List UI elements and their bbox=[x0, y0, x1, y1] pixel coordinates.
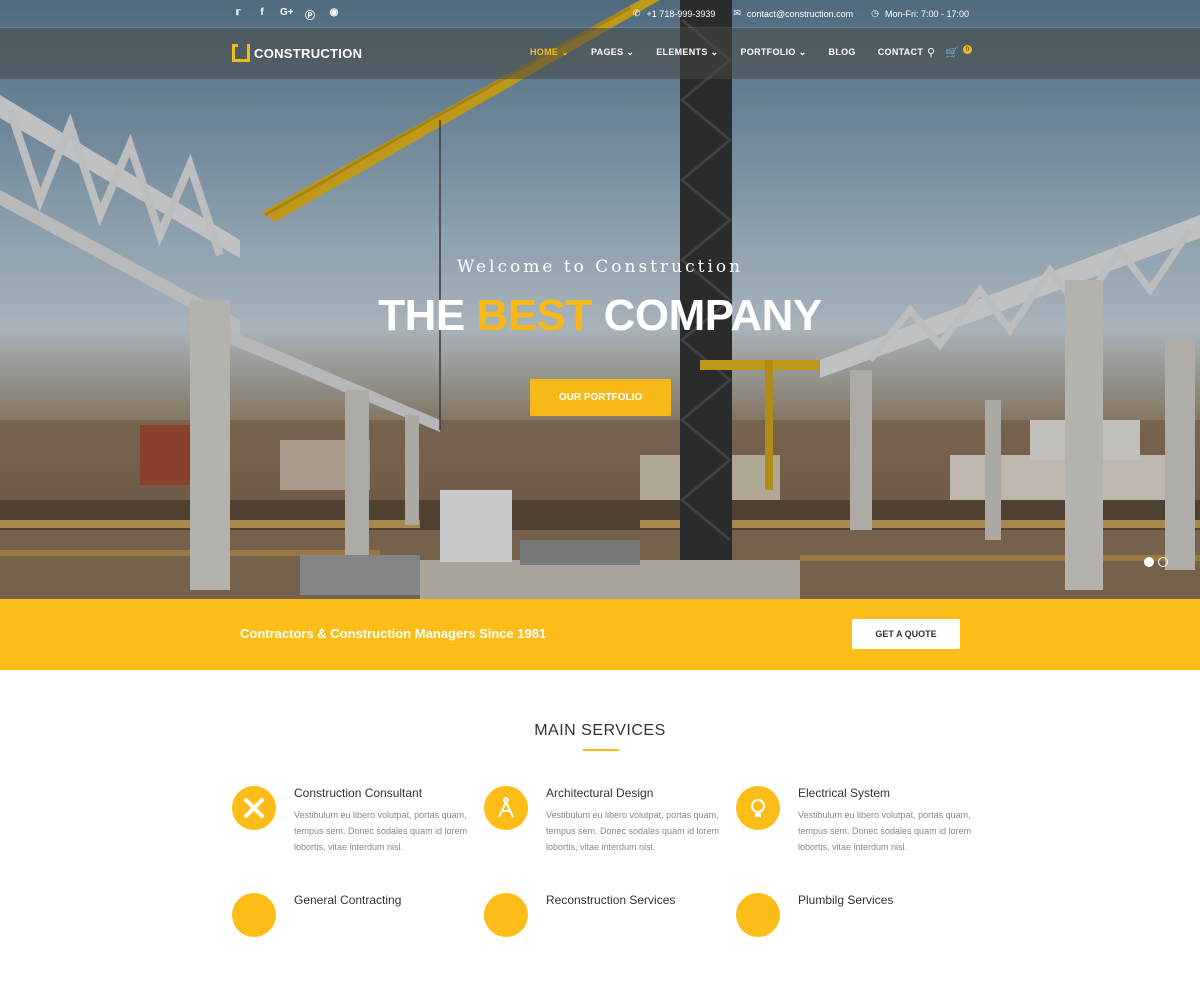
lightbulb-icon bbox=[736, 786, 780, 830]
hero-title-part2: COMPANY bbox=[603, 291, 823, 340]
menu-item-elements[interactable]: ELEMENTS ⌄ bbox=[656, 47, 740, 58]
hero-title: THE BEST COMPANY bbox=[0, 291, 1200, 341]
menu-label: BLOG bbox=[828, 47, 856, 57]
twitter-icon[interactable]: 𝕣 bbox=[232, 7, 244, 22]
logo-text: CONSTRUCTION bbox=[254, 45, 363, 61]
logo-icon bbox=[232, 44, 250, 62]
menu-label: CONTACT bbox=[877, 47, 924, 57]
top-bar: 𝕣 f G+ Ⓟ ◉ ✆ +1 718-999-3939 ✉ contact@c… bbox=[0, 0, 1200, 28]
our-portfolio-button[interactable]: OUR PORTFOLIO bbox=[530, 379, 671, 416]
heading-underline bbox=[583, 749, 619, 751]
slide-dot-2[interactable] bbox=[1158, 557, 1168, 567]
services-heading: MAIN SERVICES bbox=[534, 722, 666, 739]
service-title: Construction Consultant bbox=[294, 786, 423, 800]
email-info: ✉ contact@construction.com bbox=[733, 8, 853, 19]
phone-info: ✆ +1 718-999-3939 bbox=[633, 8, 715, 19]
compass-icon bbox=[484, 786, 528, 830]
main-menu: HOME ⌄ PAGES ⌄ ELEMENTS ⌄ PORTFOLIO ⌄ BLOG C… bbox=[530, 47, 945, 58]
chevron-down-icon: ⌄ bbox=[798, 47, 807, 57]
search-icon[interactable]: ⚲ bbox=[927, 46, 935, 59]
menu-item-pages[interactable]: PAGES ⌄ bbox=[591, 47, 656, 58]
facebook-icon[interactable]: f bbox=[256, 7, 268, 22]
service-description: Vestibulum eu libero volutpat, portas qu… bbox=[294, 810, 468, 852]
service-construction-consultant[interactable]: Construction Consultant Vestibulum eu li… bbox=[232, 786, 472, 886]
dribbble-icon[interactable]: ◉ bbox=[328, 7, 340, 22]
google-plus-icon[interactable]: G+ bbox=[280, 7, 294, 22]
tools-icon bbox=[232, 786, 276, 830]
hero-title-part1: THE bbox=[378, 291, 465, 340]
service-electrical-system[interactable]: Electrical System Vestibulum eu libero v… bbox=[736, 786, 976, 886]
hero-title-accent: BEST bbox=[476, 291, 593, 340]
menu-label: PORTFOLIO bbox=[740, 47, 796, 57]
chevron-down-icon: ⌄ bbox=[710, 47, 719, 57]
service-general-contracting[interactable]: General Contracting bbox=[232, 893, 472, 993]
service-title: Architectural Design bbox=[546, 786, 654, 800]
main-navbar: CONSTRUCTION HOME ⌄ PAGES ⌄ ELEMENTS ⌄ PORT… bbox=[0, 28, 1200, 79]
get-quote-button[interactable]: GET A QUOTE bbox=[852, 619, 960, 649]
cta-band: Contractors & Construction Managers Sinc… bbox=[0, 599, 1200, 670]
phone-icon: ✆ bbox=[633, 8, 641, 18]
social-links: 𝕣 f G+ Ⓟ ◉ bbox=[232, 7, 340, 22]
clock-icon: ◷ bbox=[871, 8, 879, 18]
menu-item-home[interactable]: HOME ⌄ bbox=[530, 47, 591, 58]
envelope-icon: ✉ bbox=[733, 8, 741, 18]
nav-actions: ⚲ 🛒 0 bbox=[927, 45, 972, 59]
cart-count-badge: 0 bbox=[962, 45, 972, 54]
menu-item-portfolio[interactable]: PORTFOLIO ⌄ bbox=[740, 47, 828, 58]
email-address[interactable]: contact@construction.com bbox=[747, 9, 853, 19]
service-plumbing[interactable]: Plumbilg Services bbox=[736, 893, 976, 993]
chevron-down-icon: ⌄ bbox=[561, 47, 570, 57]
chevron-down-icon: ⌄ bbox=[626, 47, 635, 57]
service-title: Reconstruction Services bbox=[546, 893, 676, 907]
opening-hours: Mon-Fri: 7:00 - 17:00 bbox=[884, 8, 969, 19]
service-title: General Contracting bbox=[294, 893, 402, 907]
menu-item-blog[interactable]: BLOG bbox=[829, 47, 878, 58]
site-logo[interactable]: CONSTRUCTION bbox=[232, 44, 362, 62]
menu-label: PAGES bbox=[591, 47, 624, 57]
service-title: Electrical System bbox=[798, 786, 891, 800]
cta-text: Contractors & Construction Managers Sinc… bbox=[240, 626, 547, 641]
hours-info: ◷ Mon-Fri: 7:00 - 17:00 bbox=[871, 8, 969, 19]
service-title: Plumbilg Services bbox=[798, 893, 894, 907]
service-description: Vestibulum eu libero volutpat, portas qu… bbox=[546, 810, 720, 852]
pinterest-icon[interactable]: Ⓟ bbox=[304, 7, 316, 22]
phone-number: +1 718-999-3939 bbox=[646, 8, 716, 19]
contact-info: ✆ +1 718-999-3939 ✉ contact@construction… bbox=[633, 8, 969, 19]
cart-icon[interactable]: 🛒 bbox=[945, 46, 959, 59]
service-architectural-design[interactable]: Architectural Design Vestibulum eu liber… bbox=[484, 786, 724, 886]
service-reconstruction[interactable]: Reconstruction Services bbox=[484, 893, 724, 993]
menu-label: HOME bbox=[530, 47, 559, 57]
hero-subtitle: Welcome to Construction bbox=[456, 257, 744, 277]
slider-pagination bbox=[1144, 557, 1168, 567]
slide-dot-1[interactable] bbox=[1144, 557, 1154, 567]
menu-label: ELEMENTS bbox=[656, 47, 708, 57]
hero-slider: 𝕣 f G+ Ⓟ ◉ ✆ +1 718-999-3939 ✉ contact@c… bbox=[0, 0, 1200, 599]
service-description: Vestibulum eu libero volutpat, portas qu… bbox=[798, 810, 972, 852]
